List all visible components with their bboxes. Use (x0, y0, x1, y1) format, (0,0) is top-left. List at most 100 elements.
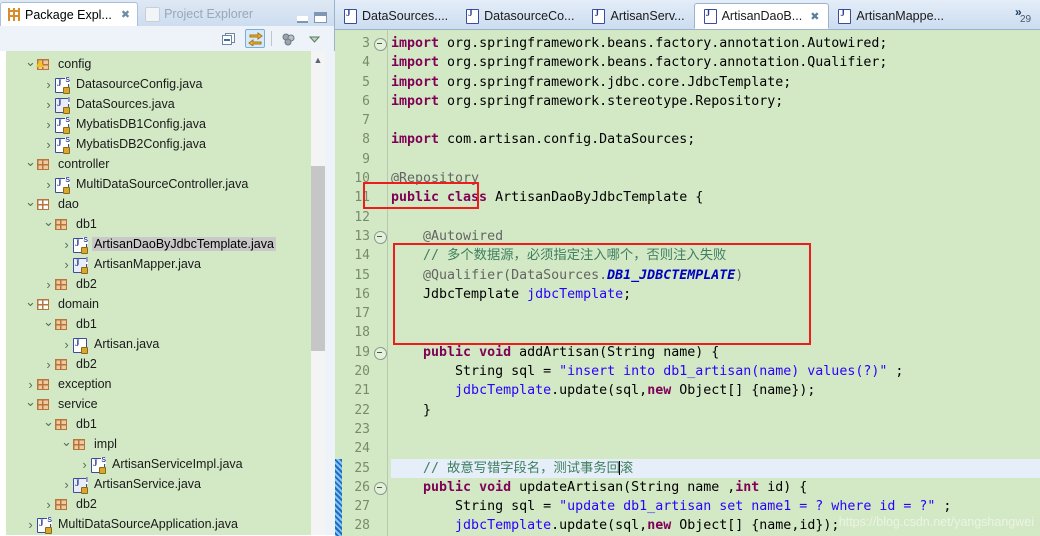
chevron-right-icon[interactable] (42, 97, 55, 112)
editor-tab[interactable]: ArtisanMappe... (829, 3, 953, 29)
chevron-right-icon[interactable] (42, 277, 55, 292)
tree-item[interactable]: SMultiDataSourceApplication.java (6, 514, 311, 534)
code-line[interactable]: import org.springframework.stereotype.Re… (391, 92, 1040, 111)
chevron-right-icon[interactable] (78, 457, 91, 472)
editor-tab[interactable]: ArtisanDaoB...✖ (694, 3, 830, 29)
change-ruler (335, 30, 342, 536)
chevron-right-icon[interactable] (60, 337, 73, 352)
code-token: addArtisan(String name) { (511, 345, 719, 360)
tree-item[interactable]: exception (6, 374, 311, 394)
maximize-icon[interactable] (314, 12, 327, 23)
scrollbar-thumb[interactable] (311, 166, 325, 351)
collapse-all-button[interactable] (219, 29, 239, 48)
chevron-right-icon[interactable] (42, 137, 55, 152)
chevron-down-icon[interactable] (24, 202, 37, 206)
tree-item[interactable]: db1 (6, 214, 311, 234)
tree-item[interactable]: SMultiDataSourceController.java (6, 174, 311, 194)
tree-item[interactable]: db1 (6, 314, 311, 334)
scroll-up-icon[interactable]: ▲ (311, 51, 325, 68)
chevron-right-icon[interactable] (60, 257, 73, 272)
fold-toggle-icon[interactable] (374, 231, 387, 244)
code-line[interactable]: public void addArtisan(String name) { (391, 343, 1040, 362)
source-code-viewport[interactable]: 3456789101112131415161718192021222324252… (335, 30, 1040, 536)
tree-item[interactable]: SArtisanServiceImpl.java (6, 454, 311, 474)
tree-item[interactable]: service (6, 394, 311, 414)
chevron-down-icon[interactable] (60, 442, 73, 446)
code-line[interactable]: String sql = "update db1_artisan set nam… (391, 497, 1040, 516)
code-line[interactable]: } (391, 401, 1040, 420)
tree-item[interactable]: db2 (6, 354, 311, 374)
chevron-right-icon[interactable] (24, 517, 37, 532)
close-icon[interactable]: ✖ (121, 8, 130, 21)
tree-vertical-scrollbar[interactable]: ▲ (311, 51, 325, 535)
close-icon[interactable]: ✖ (810, 10, 819, 23)
java-interface-icon: I (73, 477, 88, 491)
chevron-right-icon[interactable] (42, 357, 55, 372)
tree-item[interactable]: controller (6, 154, 311, 174)
code-token: .update(sql, (551, 518, 647, 533)
tree-item[interactable]: IDataSources.java (6, 94, 311, 114)
chevron-down-icon[interactable] (24, 402, 37, 406)
tree-item[interactable]: SMybatisDB2Config.java (6, 134, 311, 154)
package-icon (55, 357, 70, 371)
code-line[interactable]: import org.springframework.beans.factory… (391, 34, 1040, 53)
chevron-right-icon[interactable] (60, 477, 73, 492)
chevron-right-icon[interactable] (42, 177, 55, 192)
code-line[interactable]: import com.artisan.config.DataSources; (391, 130, 1040, 149)
fold-toggle-icon[interactable] (374, 347, 387, 360)
tree-item[interactable]: IArtisanMapper.java (6, 254, 311, 274)
code-line[interactable] (391, 111, 1040, 130)
code-line[interactable]: // 故意写错字段名，测试事务回滚 (391, 459, 1040, 478)
view-tab-project-explorer[interactable]: Project Explorer (138, 2, 260, 26)
chevron-right-icon[interactable] (42, 497, 55, 512)
code-line[interactable]: @Repository (391, 169, 1040, 188)
chevron-down-icon[interactable] (42, 222, 55, 226)
tree-item[interactable]: SDatasourceConfig.java (6, 74, 311, 94)
fold-toggle-icon[interactable] (374, 482, 387, 495)
editor-tab[interactable]: DataSources.... (335, 3, 457, 29)
tree-item[interactable]: config (6, 54, 311, 74)
tree-item[interactable]: db2 (6, 274, 311, 294)
chevron-down-icon[interactable] (42, 422, 55, 426)
code-line[interactable]: jdbcTemplate.update(sql,new Object[] {na… (391, 381, 1040, 400)
tree-item[interactable]: db1 (6, 414, 311, 434)
tree-item[interactable]: impl (6, 434, 311, 454)
more-tabs-button[interactable]: »29 (1006, 0, 1040, 29)
code-token: import (391, 36, 439, 51)
chevron-right-icon[interactable] (42, 77, 55, 92)
code-line[interactable]: public void updateArtisan(String name ,i… (391, 478, 1040, 497)
folding-ruler[interactable] (373, 30, 387, 536)
tree-item[interactable]: db2 (6, 494, 311, 514)
tree-item[interactable]: Artisan.java (6, 334, 311, 354)
tree-item[interactable]: domain (6, 294, 311, 314)
package-explorer-icon (8, 8, 21, 21)
package-tree[interactable]: configSDatasourceConfig.javaIDataSources… (6, 51, 311, 535)
code-line[interactable]: public class ArtisanDaoByJdbcTemplate { (391, 188, 1040, 207)
chevron-down-icon[interactable] (24, 302, 37, 306)
chevron-down-icon[interactable] (24, 162, 37, 166)
code-line[interactable]: import org.springframework.jdbc.core.Jdb… (391, 73, 1040, 92)
hidden-tab-count: 29 (1020, 14, 1031, 25)
chevron-right-icon[interactable] (24, 377, 37, 392)
code-line[interactable] (391, 208, 1040, 227)
chevron-right-icon[interactable] (60, 237, 73, 252)
minimize-icon[interactable] (297, 16, 308, 23)
tree-item[interactable]: IArtisanService.java (6, 474, 311, 494)
code-line[interactable]: import org.springframework.beans.factory… (391, 53, 1040, 72)
code-line[interactable] (391, 150, 1040, 169)
code-line[interactable] (391, 439, 1040, 458)
view-tab-package-explorer[interactable]: Package Expl... ✖ (0, 2, 138, 26)
view-filters-button[interactable] (278, 29, 298, 48)
editor-tab[interactable]: DatasourceCo... (457, 3, 583, 29)
code-line[interactable] (391, 420, 1040, 439)
chevron-right-icon[interactable] (42, 117, 55, 132)
fold-toggle-icon[interactable] (374, 38, 387, 51)
tree-item[interactable]: SMybatisDB1Config.java (6, 114, 311, 134)
view-menu-button[interactable] (304, 29, 324, 48)
editor-tab[interactable]: ArtisanServ... (583, 3, 693, 29)
code-line[interactable]: String sql = "insert into db1_artisan(na… (391, 362, 1040, 381)
link-with-editor-button[interactable] (245, 29, 265, 48)
tree-item[interactable]: SArtisanDaoByJdbcTemplate.java (6, 234, 311, 254)
tree-item[interactable]: dao (6, 194, 311, 214)
chevron-down-icon[interactable] (42, 322, 55, 326)
